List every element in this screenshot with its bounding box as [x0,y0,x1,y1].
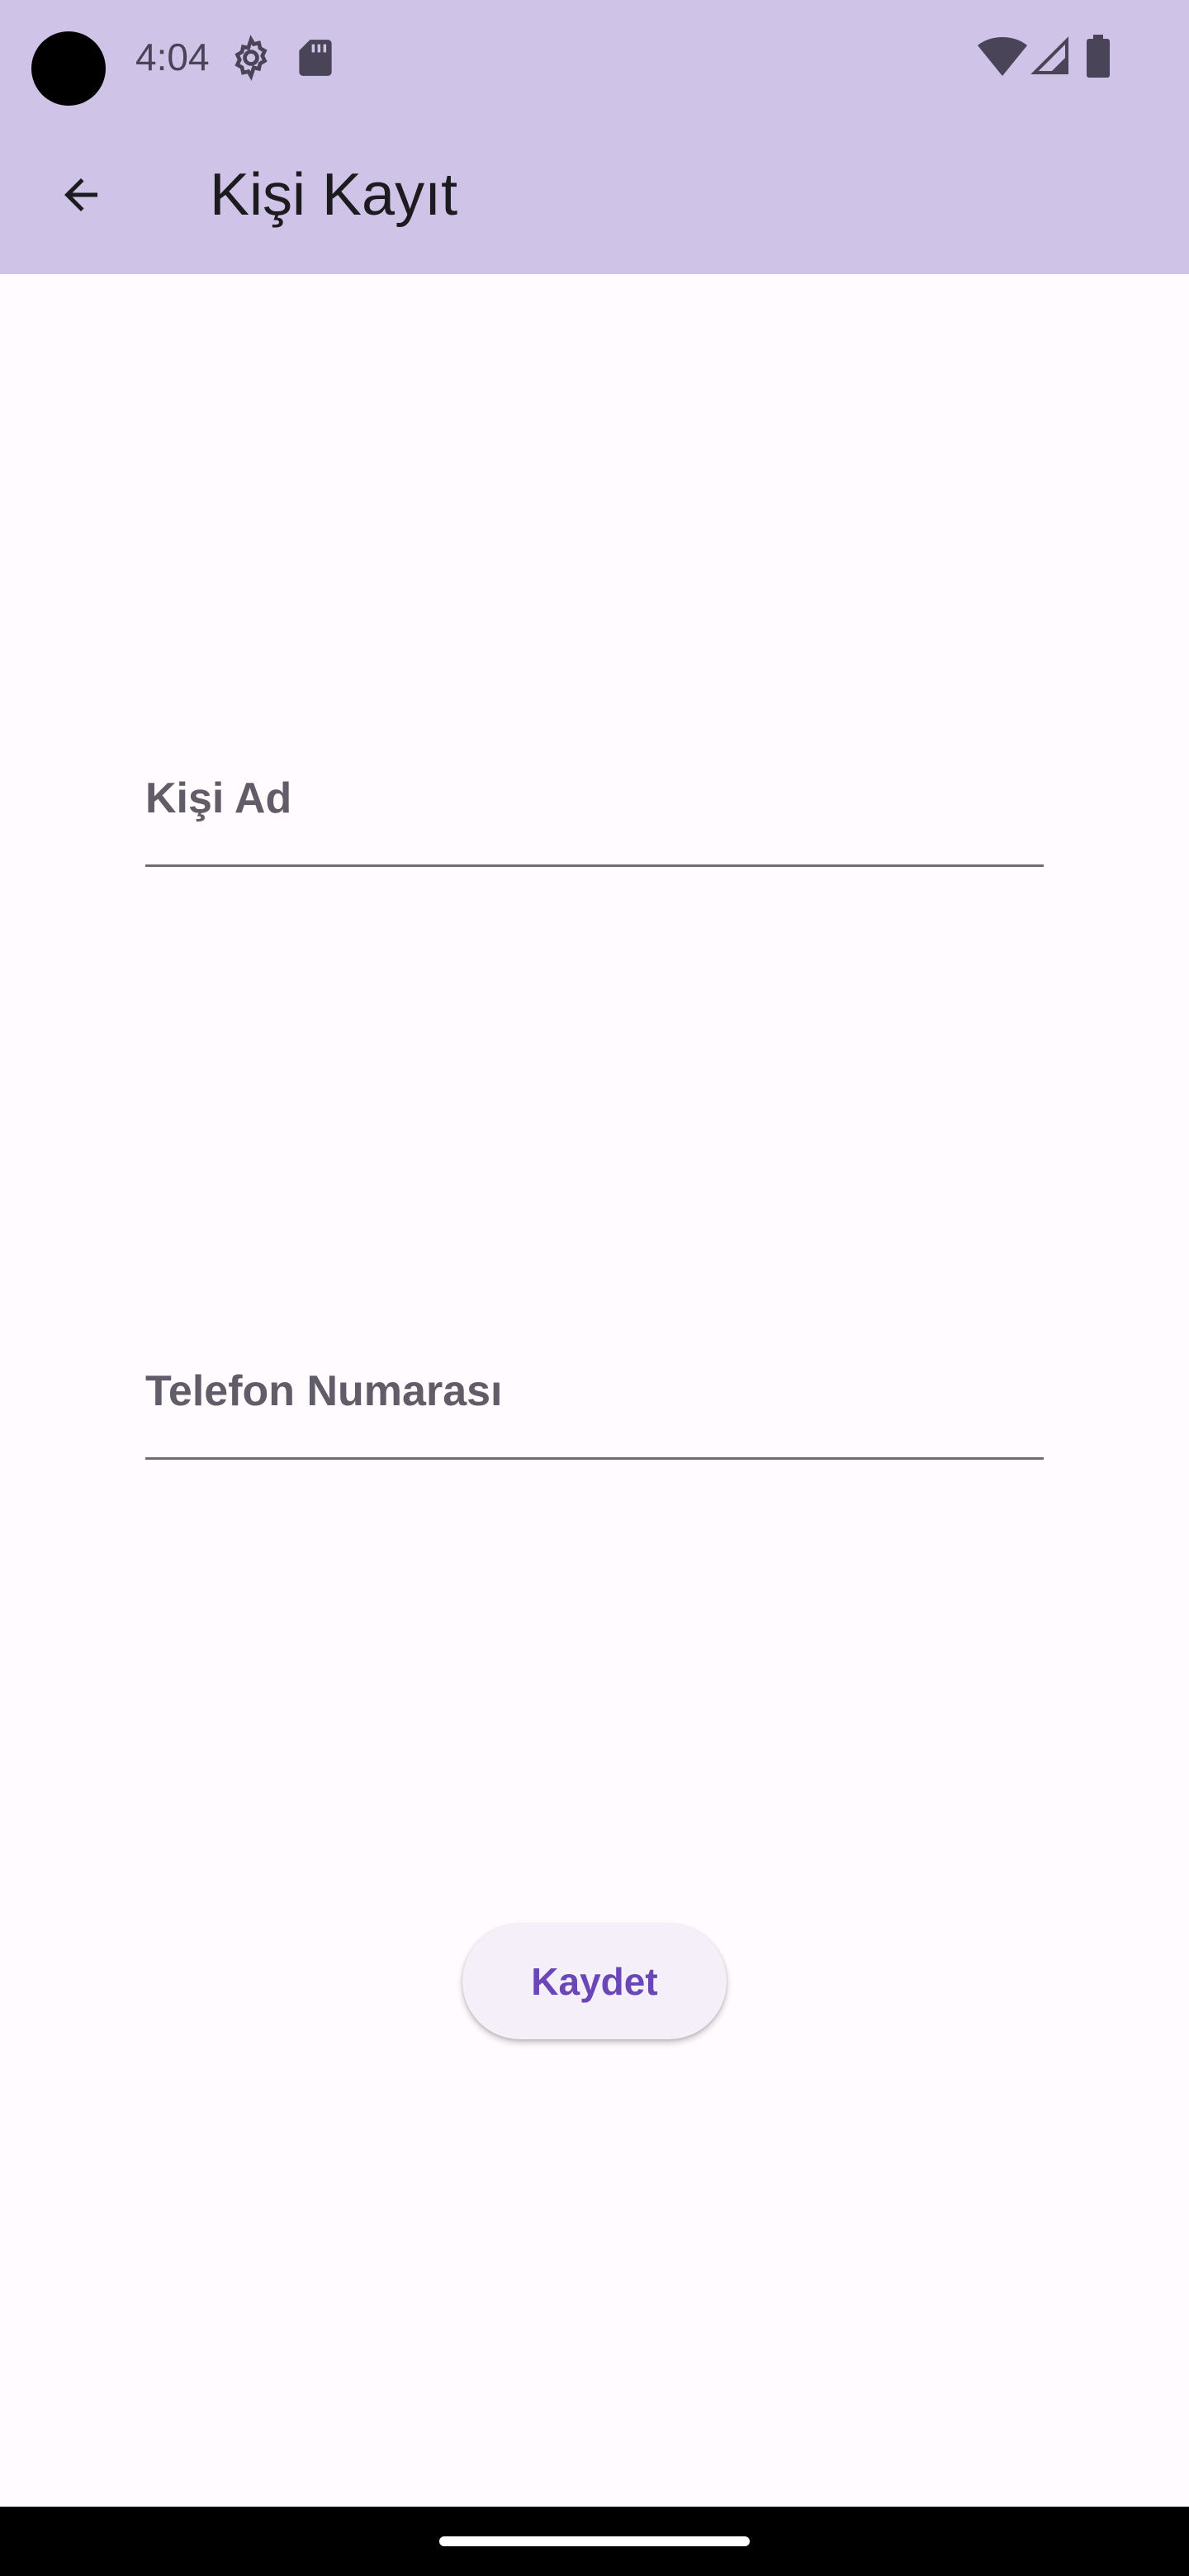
navigation-bar [0,2507,1189,2576]
phone-field[interactable]: Telefon Numarası [145,1336,1044,1460]
name-field[interactable]: Kişi Ad [145,743,1044,867]
arrow-back-icon [64,178,97,211]
home-indicator[interactable] [439,2536,750,2546]
page-title: Kişi Kayıt [210,162,458,228]
name-input[interactable] [145,743,1044,864]
screen: 4:04 Kişi Kayıt Kişi Ad Telefon Numarası… [0,0,1189,2576]
sdcard-icon [299,40,332,76]
camera-cutout [31,31,106,106]
back-button[interactable] [40,154,122,236]
save-button[interactable]: Kaydet [462,1924,727,2039]
wifi-icon [978,37,1027,76]
phone-input[interactable] [145,1336,1044,1457]
top-bar: 4:04 Kişi Kayıt [0,0,1189,274]
status-time: 4:04 [135,36,210,78]
battery-icon [1087,35,1110,78]
signal-icon [1030,36,1068,74]
gear-icon [234,35,268,81]
